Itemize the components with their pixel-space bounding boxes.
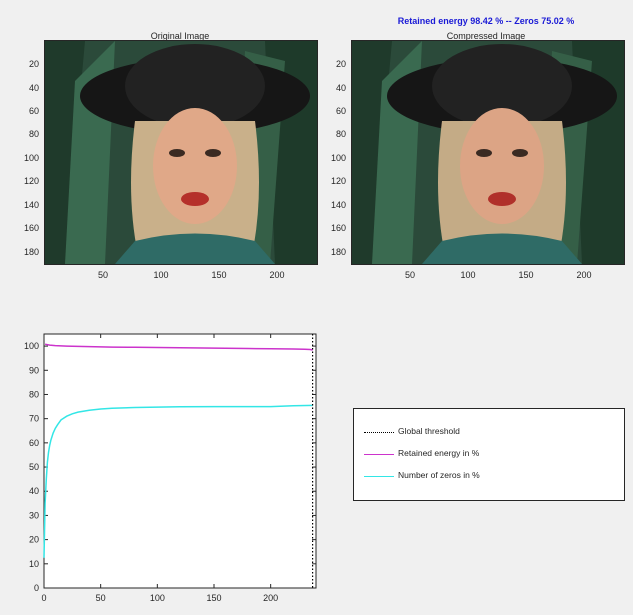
y-tick-label: 60 xyxy=(29,438,39,448)
legend-item-global-threshold: Global threshold xyxy=(364,425,614,439)
x-tick-label: 150 xyxy=(206,593,221,603)
legend-swatch xyxy=(364,432,394,433)
legend-swatch xyxy=(364,454,394,455)
legend-label: Retained energy in % xyxy=(398,448,480,458)
energy-zeros-line-chart: 0 10 20 30 40 50 60 70 80 90 100 0 50 100 150 200 xyxy=(24,333,317,603)
y-tick-label: 30 xyxy=(29,510,39,520)
y-tick-label: 90 xyxy=(29,365,39,375)
y-tick-label: 0 xyxy=(34,583,39,593)
legend-item-number-of-zeros: Number of zeros in % xyxy=(364,469,614,483)
y-tick-label: 100 xyxy=(24,341,39,351)
x-tick-label: 50 xyxy=(96,593,106,603)
legend-swatch xyxy=(364,476,394,477)
y-tick-label: 40 xyxy=(29,486,39,496)
legend-item-retained-energy: Retained energy in % xyxy=(364,447,614,461)
x-tick-label: 200 xyxy=(263,593,278,603)
y-tick-label: 70 xyxy=(29,414,39,424)
legend-label: Global threshold xyxy=(398,426,460,436)
y-tick-label: 50 xyxy=(29,462,39,472)
x-tick-label: 100 xyxy=(150,593,165,603)
y-tick-label: 20 xyxy=(29,535,39,545)
y-tick-label: 80 xyxy=(29,389,39,399)
y-tick-label: 10 xyxy=(29,559,39,569)
chart-legend: Global threshold Retained energy in % Nu… xyxy=(353,408,625,501)
plot-area xyxy=(43,333,317,589)
x-tick-label: 0 xyxy=(41,593,46,603)
legend-label: Number of zeros in % xyxy=(398,470,480,480)
